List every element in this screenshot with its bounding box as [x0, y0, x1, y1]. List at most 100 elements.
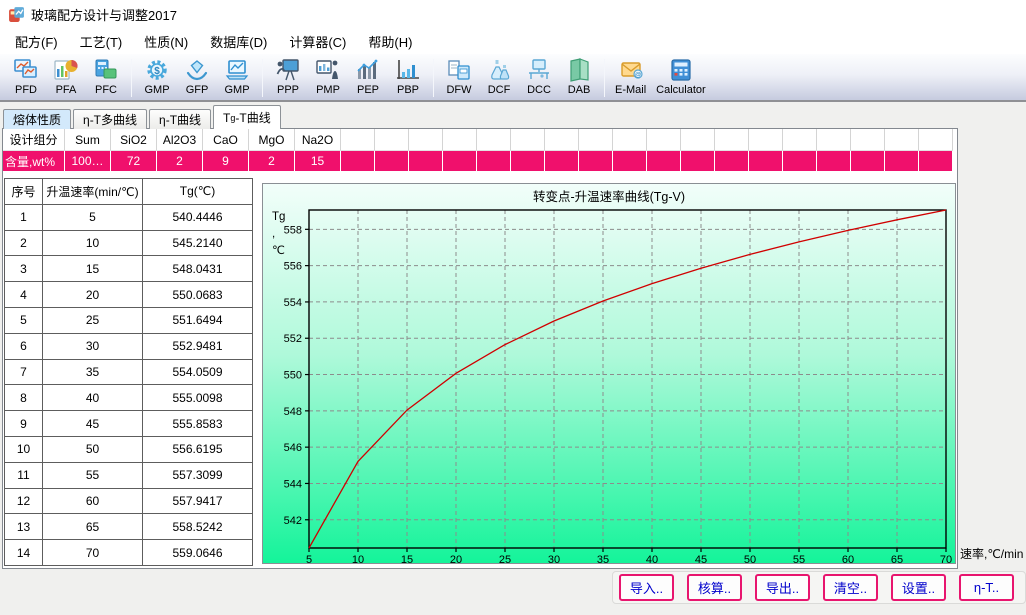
tab-Tg-T曲线[interactable]: Tg-T曲线	[213, 105, 281, 129]
action-button-导入[interactable]: 导入..	[619, 574, 674, 601]
composition-value-cell-empty[interactable]	[443, 151, 477, 171]
table-cell: 559.0646	[143, 540, 253, 566]
composition-value-cell-empty[interactable]	[715, 151, 749, 171]
composition-value-cell-empty[interactable]	[681, 151, 715, 171]
composition-header-cell-empty	[375, 129, 409, 151]
presenter-chart-icon	[315, 57, 341, 83]
toolbar-button-dab[interactable]: DAB	[559, 56, 599, 100]
composition-value-cell-empty[interactable]	[511, 151, 545, 171]
menu-item[interactable]: 工艺(T)	[69, 29, 134, 54]
composition-value-cell[interactable]: 9	[203, 151, 249, 171]
address-book-icon	[566, 57, 592, 83]
gear-dollar-icon: $	[144, 57, 170, 83]
table-cell: 554.0509	[143, 359, 253, 385]
svg-text:转变点-升温速率曲线(Tg-V): 转变点-升温速率曲线(Tg-V)	[533, 189, 685, 204]
composition-value-cell[interactable]: 15	[295, 151, 341, 171]
toolbar-button-label: PEP	[357, 84, 379, 97]
table-cell: 540.4446	[143, 204, 253, 230]
tab-η-T多曲线[interactable]: η-T多曲线	[73, 109, 147, 129]
table-cell: 20	[43, 282, 143, 308]
action-button-导出[interactable]: 导出..	[755, 574, 810, 601]
composition-value-cell-empty[interactable]	[477, 151, 511, 171]
menu-item[interactable]: 计算器(C)	[278, 29, 357, 54]
toolbar-button-pfc[interactable]: PFC	[86, 56, 126, 100]
toolbar-button-label: PFA	[56, 84, 77, 97]
tab-bar: 熔体性质η-T多曲线η-T曲线Tg-T曲线	[3, 105, 283, 129]
svg-text:15: 15	[401, 554, 413, 563]
table-cell: 545.2140	[143, 230, 253, 256]
toolbar-button-pfd[interactable]: PFD	[6, 56, 46, 100]
table-row: 945555.8583	[5, 411, 253, 437]
toolbar-button-e-mail[interactable]: @E-Mail	[610, 56, 651, 100]
window-title: 玻璃配方设计与调整2017	[31, 5, 177, 24]
table-cell: 12	[5, 488, 43, 514]
composition-value-cell-empty[interactable]	[613, 151, 647, 171]
table-cell: 3	[5, 256, 43, 282]
composition-value-cell-empty[interactable]	[885, 151, 919, 171]
table-row: 1365558.5242	[5, 514, 253, 540]
tab-熔体性质[interactable]: 熔体性质	[3, 109, 71, 129]
composition-value-cell-empty[interactable]	[579, 151, 613, 171]
toolbar-button-calculator[interactable]: Calculator	[651, 56, 711, 100]
table-cell: 11	[5, 462, 43, 488]
toolbar-button-ppp[interactable]: PPP	[268, 56, 308, 100]
menu-item[interactable]: 性质(N)	[133, 29, 199, 54]
composition-value-cell[interactable]: 72	[111, 151, 157, 171]
composition-value-cell[interactable]: 2	[157, 151, 203, 171]
tg-rate-chart-panel: 转变点-升温速率曲线(Tg-V)Tg,℃54254454654855055255…	[262, 183, 956, 564]
composition-value-cell-empty[interactable]	[851, 151, 885, 171]
svg-text:Tg: Tg	[272, 211, 285, 223]
table-row: 210545.2140	[5, 230, 253, 256]
action-button-设置[interactable]: 设置..	[891, 574, 946, 601]
svg-text:548: 548	[284, 406, 302, 418]
toolbar-button-pbp[interactable]: PBP	[388, 56, 428, 100]
toolbar-button-gfp[interactable]: GFP	[177, 56, 217, 100]
table-row: 735554.0509	[5, 359, 253, 385]
menu-item[interactable]: 数据库(D)	[199, 29, 278, 54]
svg-text:65: 65	[891, 554, 903, 563]
table-row: 1260557.9417	[5, 488, 253, 514]
svg-text:30: 30	[548, 554, 560, 563]
toolbar-button-label: GMP	[144, 84, 169, 97]
table-cell: 551.6494	[143, 307, 253, 333]
composition-header-cell-empty	[613, 129, 647, 151]
table-cell: 70	[43, 540, 143, 566]
composition-header-cell-empty	[477, 129, 511, 151]
composition-value-cell[interactable]: 100…	[65, 151, 111, 171]
composition-header-cell-empty	[511, 129, 545, 151]
toolbar-button-dcc[interactable]: DCC	[519, 56, 559, 100]
composition-grid: 设计组分SumSiO2Al2O3CaOMgONa2O含量,wt%100…7229…	[3, 129, 957, 171]
composition-value-cell[interactable]: 2	[249, 151, 295, 171]
composition-value-cell-empty[interactable]	[375, 151, 409, 171]
toolbar-button-pep[interactable]: PEP	[348, 56, 388, 100]
composition-value-cell-empty[interactable]	[783, 151, 817, 171]
menu-item[interactable]: 帮助(H)	[357, 29, 423, 54]
toolbar-button-label: PBP	[397, 84, 419, 97]
action-button-核算[interactable]: 核算..	[687, 574, 742, 601]
tab-η-T曲线[interactable]: η-T曲线	[149, 109, 211, 129]
composition-value-cell-empty[interactable]	[919, 151, 953, 171]
action-button-η-T[interactable]: η-T..	[959, 574, 1014, 601]
toolbar-button-dfw[interactable]: DFW	[439, 56, 479, 100]
table-cell: 557.3099	[143, 462, 253, 488]
toolbar-button-gmp[interactable]: GMP	[217, 56, 257, 100]
toolbar-button-dcf[interactable]: DCF	[479, 56, 519, 100]
composition-value-cell-empty[interactable]	[409, 151, 443, 171]
table-cell: 555.0098	[143, 385, 253, 411]
composition-value-cell-empty[interactable]	[545, 151, 579, 171]
menu-item[interactable]: 配方(F)	[4, 29, 69, 54]
toolbar-button-pmp[interactable]: PMP	[308, 56, 348, 100]
menu-bar: 配方(F)工艺(T)性质(N)数据库(D)计算器(C)帮助(H)	[0, 28, 1026, 54]
toolbar-group: DFWDCFDCCDAB	[439, 56, 599, 100]
table-cell: 14	[5, 540, 43, 566]
composition-value-cell-empty[interactable]	[749, 151, 783, 171]
action-button-清空[interactable]: 清空..	[823, 574, 878, 601]
composition-value-cell-empty[interactable]	[817, 151, 851, 171]
toolbar-button-pfa[interactable]: PFA	[46, 56, 86, 100]
composition-value-cell-empty[interactable]	[647, 151, 681, 171]
composition-value-cell-empty[interactable]	[341, 151, 375, 171]
table-cell: 9	[5, 411, 43, 437]
toolbar-button-gmp[interactable]: $GMP	[137, 56, 177, 100]
composition-header-cell-empty	[409, 129, 443, 151]
table-cell: 13	[5, 514, 43, 540]
